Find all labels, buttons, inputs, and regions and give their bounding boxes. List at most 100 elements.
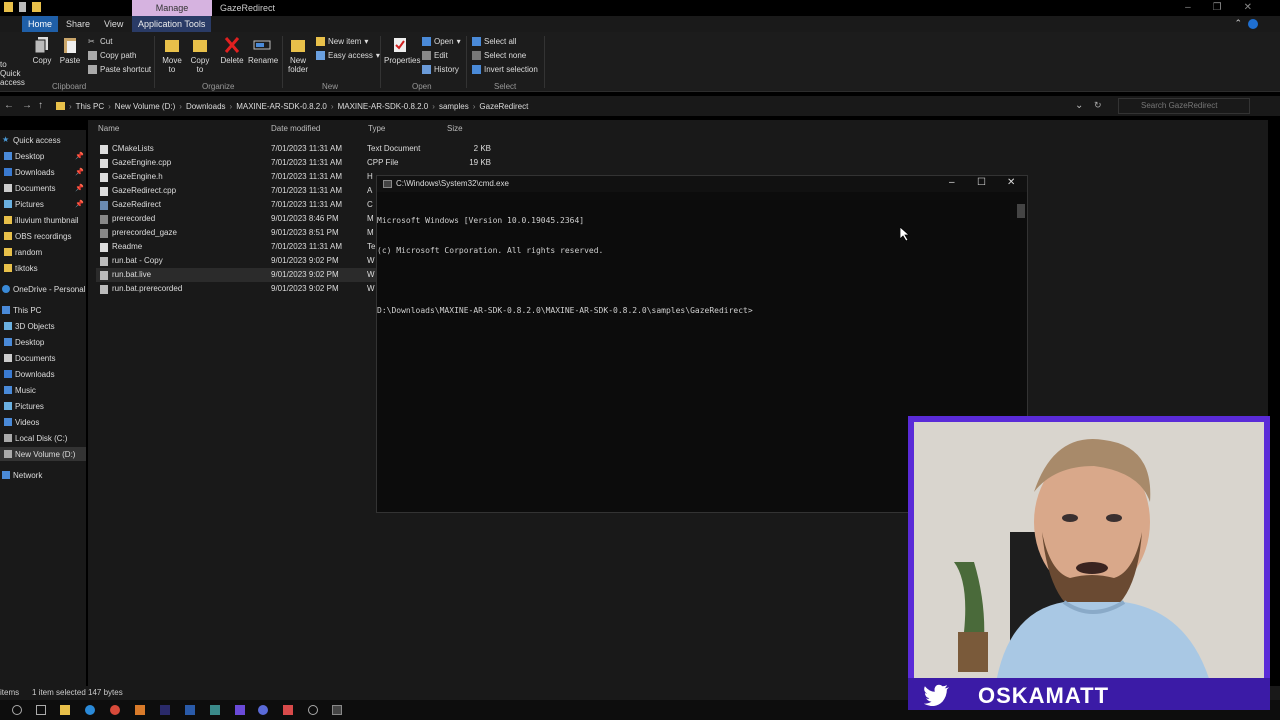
- refresh-icon[interactable]: ↻: [1094, 100, 1102, 111]
- column-header-size[interactable]: Size: [447, 124, 463, 133]
- new-folder-button[interactable]: New folder: [284, 36, 312, 74]
- nav-downloads[interactable]: Downloads: [4, 165, 55, 179]
- tab-application-tools[interactable]: Application Tools: [132, 16, 212, 32]
- tab-home[interactable]: Home: [22, 16, 59, 32]
- back-arrow-icon[interactable]: ←: [4, 100, 14, 111]
- streamer-handle: OSKAMATT: [978, 683, 1110, 708]
- column-header-type[interactable]: Type: [368, 124, 385, 133]
- nav-3d-objects[interactable]: 3D Objects: [4, 319, 55, 333]
- breadcrumb-item[interactable]: MAXINE-AR-SDK-0.8.2.0: [338, 102, 429, 111]
- breadcrumb-item[interactable]: GazeRedirect: [479, 102, 528, 111]
- minimize-icon[interactable]: –: [949, 177, 955, 188]
- maximize-icon[interactable]: ❐: [1213, 2, 1222, 13]
- nav-illuvium[interactable]: illuvium thumbnail: [4, 213, 79, 227]
- copy-to-button[interactable]: Copy to: [188, 36, 212, 74]
- copy-button[interactable]: Copy: [30, 36, 54, 65]
- premiere-icon[interactable]: [160, 705, 170, 715]
- app-icon[interactable]: [235, 705, 245, 715]
- breadcrumb[interactable]: › This PC › New Volume (D:) › Downloads …: [50, 97, 1110, 115]
- breadcrumb-item[interactable]: MAXINE-AR-SDK-0.8.2.0: [236, 102, 327, 111]
- paste-button[interactable]: Paste: [58, 36, 82, 65]
- nav-desktop-pc[interactable]: Desktop: [4, 335, 44, 349]
- rename-button[interactable]: Rename: [248, 36, 278, 65]
- photoshop-icon[interactable]: [185, 705, 195, 715]
- app-icon[interactable]: [135, 705, 145, 715]
- search-input[interactable]: Search GazeRedirect: [1118, 98, 1250, 114]
- file-row[interactable]: CMakeLists 7/01/2023 11:31 AM Text Documen…: [96, 142, 491, 156]
- move-to-button[interactable]: Move to: [160, 36, 184, 74]
- nav-pictures[interactable]: Pictures: [4, 197, 44, 211]
- nav-pictures-pc[interactable]: Pictures: [4, 399, 44, 413]
- column-header-date[interactable]: Date modified: [271, 124, 320, 133]
- copy-path-button[interactable]: Copy path: [88, 51, 136, 60]
- close-icon[interactable]: ✕: [1007, 177, 1015, 188]
- file-date: 9/01/2023 9:02 PM: [271, 256, 339, 265]
- edge-icon[interactable]: [85, 705, 95, 715]
- nav-label: Downloads: [15, 167, 55, 177]
- nav-desktop[interactable]: Desktop: [4, 149, 44, 163]
- select-all-button[interactable]: Select all: [472, 37, 516, 46]
- forward-arrow-icon[interactable]: →: [22, 100, 32, 111]
- easy-access-button[interactable]: Easy access ▾: [316, 51, 380, 60]
- tab-share[interactable]: Share: [60, 16, 96, 32]
- app-icon[interactable]: [210, 705, 220, 715]
- obs-icon[interactable]: [308, 705, 318, 715]
- folder-icon[interactable]: [4, 2, 13, 12]
- file-explorer-icon[interactable]: [60, 705, 70, 715]
- edit-button[interactable]: Edit: [422, 51, 448, 60]
- chevron-up-icon[interactable]: ⌃: [1234, 18, 1242, 29]
- status-items: items: [0, 688, 20, 697]
- nav-network[interactable]: Network: [2, 468, 42, 482]
- file-row[interactable]: GazeEngine.cpp 7/01/2023 11:31 AM CPP File…: [96, 156, 491, 170]
- breadcrumb-item[interactable]: Downloads: [186, 102, 226, 111]
- nav-label: New Volume (D:): [15, 449, 76, 459]
- tab-view[interactable]: View: [98, 16, 129, 32]
- cmd-output[interactable]: Microsoft Windows [Version 10.0.19045.23…: [377, 196, 1017, 336]
- history-button[interactable]: History: [422, 65, 459, 74]
- nav-onedrive[interactable]: OneDrive - Personal: [2, 282, 85, 296]
- discord-icon[interactable]: [258, 705, 268, 715]
- scrollbar-thumb[interactable]: [1017, 204, 1025, 218]
- terminal-icon[interactable]: [332, 705, 342, 715]
- close-icon[interactable]: ✕: [1244, 2, 1252, 13]
- nav-documents[interactable]: Documents: [4, 181, 55, 195]
- up-arrow-icon[interactable]: ↑: [38, 100, 43, 111]
- nav-local-disk[interactable]: Local Disk (C:): [4, 431, 67, 445]
- nav-this-pc[interactable]: This PC: [2, 303, 41, 317]
- chrome-icon[interactable]: [110, 705, 120, 715]
- nav-videos[interactable]: Videos: [4, 415, 39, 429]
- new-folder-icon[interactable]: [32, 2, 41, 12]
- help-icon[interactable]: [1248, 19, 1258, 29]
- paste-shortcut-button[interactable]: Paste shortcut: [88, 65, 151, 74]
- open-button[interactable]: Open ▾: [422, 37, 461, 46]
- task-view-icon[interactable]: [36, 705, 46, 715]
- maximize-icon[interactable]: ☐: [977, 177, 986, 188]
- nav-downloads-pc[interactable]: Downloads: [4, 367, 55, 381]
- column-header-name[interactable]: Name: [98, 124, 119, 133]
- breadcrumb-item[interactable]: This PC: [76, 102, 104, 111]
- nav-music[interactable]: Music: [4, 383, 36, 397]
- nav-quick-access[interactable]: ★ Quick access: [2, 133, 61, 147]
- nav-documents-pc[interactable]: Documents: [4, 351, 55, 365]
- pin-quick-access-button[interactable]: to Quick access: [0, 60, 26, 87]
- nav-new-volume[interactable]: New Volume (D:): [0, 447, 86, 461]
- nav-tiktoks[interactable]: tiktoks: [4, 261, 38, 275]
- cut-button[interactable]: ✂ Cut: [88, 37, 112, 46]
- delete-button[interactable]: Delete: [220, 36, 244, 65]
- search-icon[interactable]: [12, 705, 22, 715]
- cmd-title-bar[interactable]: C:\Windows\System32\cmd.exe – ☐ ✕: [377, 176, 1027, 192]
- properties-icon[interactable]: [19, 2, 26, 12]
- select-none-button[interactable]: Select none: [472, 51, 526, 60]
- manage-contextual-tab[interactable]: Manage: [132, 0, 212, 16]
- breadcrumb-item[interactable]: samples: [439, 102, 469, 111]
- nav-obs[interactable]: OBS recordings: [4, 229, 71, 243]
- invert-selection-button[interactable]: Invert selection: [472, 65, 538, 74]
- app-icon[interactable]: [283, 705, 293, 715]
- breadcrumb-item[interactable]: New Volume (D:): [115, 102, 175, 111]
- properties-button[interactable]: Properties: [384, 36, 420, 65]
- chevron-down-icon[interactable]: ⌄: [1075, 100, 1083, 111]
- minimize-icon[interactable]: –: [1185, 2, 1191, 13]
- new-item-button[interactable]: New item ▾: [316, 37, 368, 46]
- folder-icon: [4, 264, 12, 272]
- nav-random[interactable]: random: [4, 245, 42, 259]
